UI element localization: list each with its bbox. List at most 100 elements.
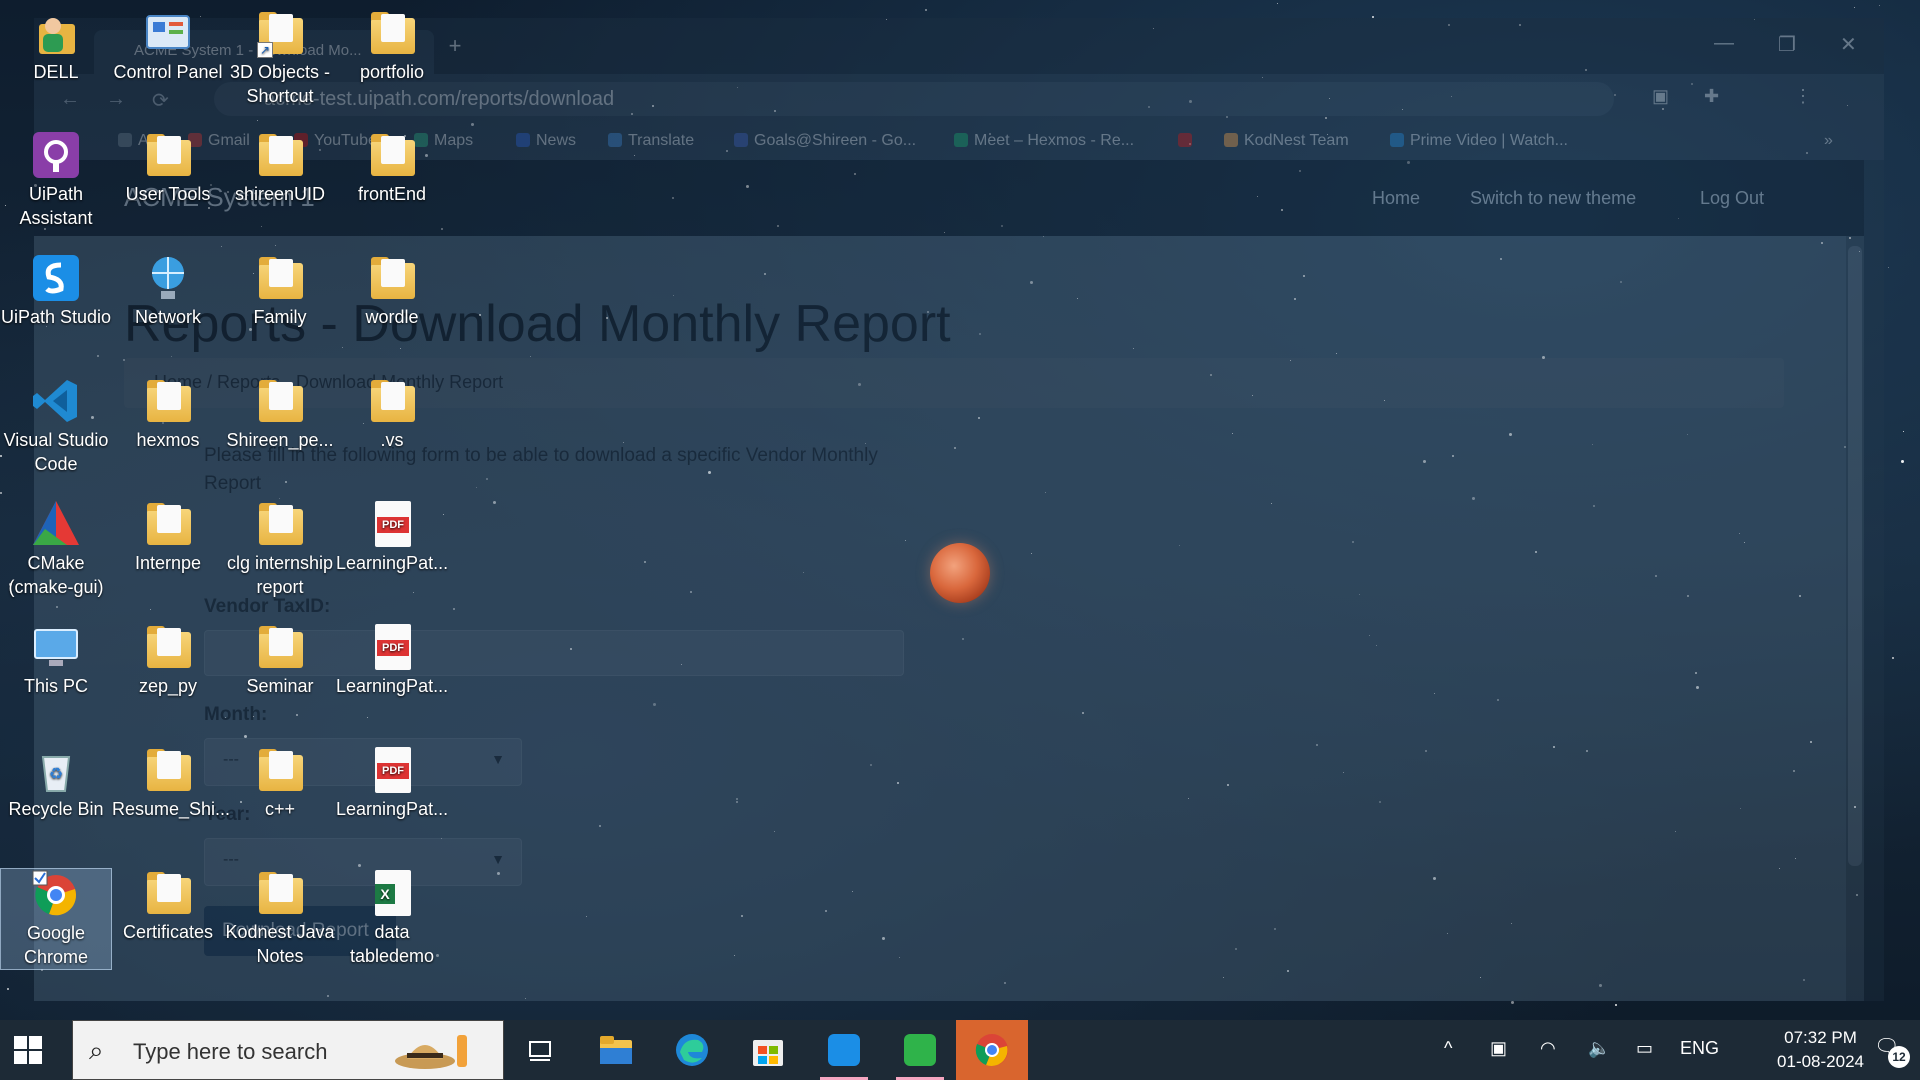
desktop-icon[interactable]: Shireen_pe... [224, 376, 336, 452]
desktop-icon[interactable]: PDF LearningPat... [336, 499, 448, 575]
desktop-icon-label: Recycle Bin [8, 799, 104, 819]
nav-switch-theme[interactable]: Switch to new theme [1470, 188, 1636, 209]
uipath-assistant-button[interactable] [884, 1020, 956, 1080]
desktop-icon[interactable]: Kodnest Java Notes [224, 868, 336, 968]
taskbar-search[interactable]: ⌕ Type here to search [72, 1020, 504, 1080]
desktop-icon[interactable]: clg internship report [224, 499, 336, 599]
translate-icon [608, 133, 622, 147]
bookmark-item[interactable] [1178, 132, 1198, 150]
pdf-file-icon: PDF [375, 501, 411, 547]
wifi-icon[interactable]: ◠ [1540, 1038, 1556, 1059]
desktop-icon-label: DELL [33, 62, 79, 82]
windows-logo-icon [14, 1051, 27, 1064]
menu-icon[interactable]: ⋮ [1794, 86, 1818, 110]
bookmark-item[interactable]: KodNest Team [1224, 132, 1349, 150]
bookmark-item[interactable]: Meet – Hexmos - Re... [954, 132, 1134, 150]
edge-icon [676, 1034, 708, 1066]
desktop-icon[interactable]: wordle [336, 253, 448, 329]
microsoft-store-button[interactable] [732, 1020, 804, 1080]
minimize-button[interactable]: — [1714, 32, 1734, 55]
bookmark-item[interactable]: Translate [608, 132, 694, 150]
reload-button[interactable]: ⟳ [152, 88, 169, 113]
nav-logout[interactable]: Log Out [1700, 188, 1764, 209]
star [1903, 431, 1904, 432]
desktop-icon[interactable]: PDF LearningPat... [336, 745, 448, 821]
notification-center-button[interactable]: 🗨 12 [1874, 1034, 1910, 1068]
desktop-icon-label: c++ [264, 799, 296, 819]
desktop-icon[interactable]: Xdata tabledemo [336, 868, 448, 968]
youtube-icon [1178, 133, 1192, 147]
desktop-icon[interactable]: shireenUID [224, 130, 336, 206]
desktop-icon-graphic [31, 622, 81, 672]
folder-icon [371, 134, 415, 176]
back-button[interactable]: ← [60, 88, 80, 111]
desktop-icon-graphic [143, 622, 193, 672]
windows-logo-icon [29, 1051, 42, 1064]
language-indicator[interactable]: ENG [1680, 1038, 1719, 1059]
start-button[interactable] [14, 1036, 42, 1064]
clock[interactable]: 07:32 PM 01-08-2024 [1777, 1026, 1864, 1074]
cmake-icon [33, 501, 79, 545]
desktop-icon-label: hexmos [136, 430, 200, 450]
bookmark-item[interactable]: News [516, 132, 576, 150]
star [1854, 7, 1855, 8]
forward-button[interactable]: → [106, 88, 126, 111]
desktop-icon[interactable]: Family [224, 253, 336, 329]
desktop-icon[interactable]: frontEnd [336, 130, 448, 206]
chrome-button[interactable] [956, 1020, 1028, 1080]
uipath-extension-icon[interactable]: ▣ [1652, 86, 1676, 110]
desktop-icon[interactable]: hexmos [112, 376, 224, 452]
desktop-icon[interactable]: ↗ 3D Objects - Shortcut [224, 8, 336, 108]
folder-icon [371, 257, 415, 299]
desktop-icon-label: .vs [380, 430, 404, 450]
desktop-icon[interactable]: Network [112, 253, 224, 329]
desktop-icon[interactable]: zep_py [112, 622, 224, 698]
control-panel-icon [146, 15, 190, 49]
folder-icon [147, 749, 191, 791]
desktop-icon[interactable]: CMake (cmake-gui) [0, 499, 112, 599]
battery-icon[interactable]: ▭ [1636, 1038, 1653, 1059]
desktop-icon[interactable]: Visual Studio Code [0, 376, 112, 476]
nav-home[interactable]: Home [1372, 188, 1420, 209]
desktop-icon[interactable]: .vs [336, 376, 448, 452]
edge-button[interactable] [656, 1020, 728, 1080]
desktop-icon[interactable]: DELL [0, 8, 112, 84]
scrollbar-thumb[interactable] [1848, 246, 1862, 866]
desktop-icon[interactable]: UiPath Assistant [0, 130, 112, 230]
desktop-icon-label: LearningPat... [336, 553, 449, 573]
desktop-icon[interactable]: Google Chrome [0, 868, 112, 970]
more-bookmarks-button[interactable]: » [1824, 132, 1833, 150]
desktop-icon-label: Visual Studio Code [3, 430, 109, 474]
desktop-icon-graphic [367, 376, 417, 426]
desktop-icon-graphic: X [367, 868, 417, 918]
desktop-icon-graphic [367, 253, 417, 303]
show-hidden-icons-button[interactable]: ^ [1444, 1038, 1452, 1059]
desktop-icon[interactable]: Seminar [224, 622, 336, 698]
meet-now-icon[interactable]: ▣ [1490, 1038, 1507, 1059]
url-input[interactable]: acme-test.uipath.com/reports/download [214, 82, 1614, 116]
desktop-icon[interactable]: Control Panel [112, 8, 224, 84]
desktop-icon[interactable]: ♻ Recycle Bin [0, 745, 112, 821]
volume-icon[interactable]: 🔈 [1588, 1038, 1610, 1059]
vendor-taxid-label: Vendor TaxID: [204, 596, 331, 617]
desktop-icon[interactable]: Certificates [112, 868, 224, 944]
desktop-icon-graphic [255, 745, 305, 795]
scrollbar[interactable] [1846, 236, 1864, 1001]
desktop-icon[interactable]: UiPath Studio [0, 253, 112, 329]
desktop-icon[interactable]: PDF LearningPat... [336, 622, 448, 698]
desktop-icon[interactable]: User Tools [112, 130, 224, 206]
bookmark-item[interactable]: Goals@Shireen - Go... [734, 132, 916, 150]
bookmark-item[interactable]: Prime Video | Watch... [1390, 132, 1568, 150]
desktop-icon[interactable]: Resume_Shi... [112, 745, 230, 821]
task-view-button[interactable] [504, 1020, 576, 1080]
desktop-icon[interactable]: portfolio [336, 8, 448, 84]
uipath-studio-icon [33, 255, 79, 301]
desktop-icon[interactable]: c++ [224, 745, 336, 821]
restore-button[interactable]: ❐ [1778, 32, 1796, 57]
extensions-icon[interactable]: ✚ [1704, 86, 1728, 110]
close-button[interactable]: ✕ [1840, 32, 1857, 57]
desktop-icon[interactable]: This PC [0, 622, 112, 698]
uipath-studio-button[interactable] [808, 1020, 880, 1080]
file-explorer-button[interactable] [580, 1020, 652, 1080]
desktop-icon[interactable]: Internpe [112, 499, 224, 575]
